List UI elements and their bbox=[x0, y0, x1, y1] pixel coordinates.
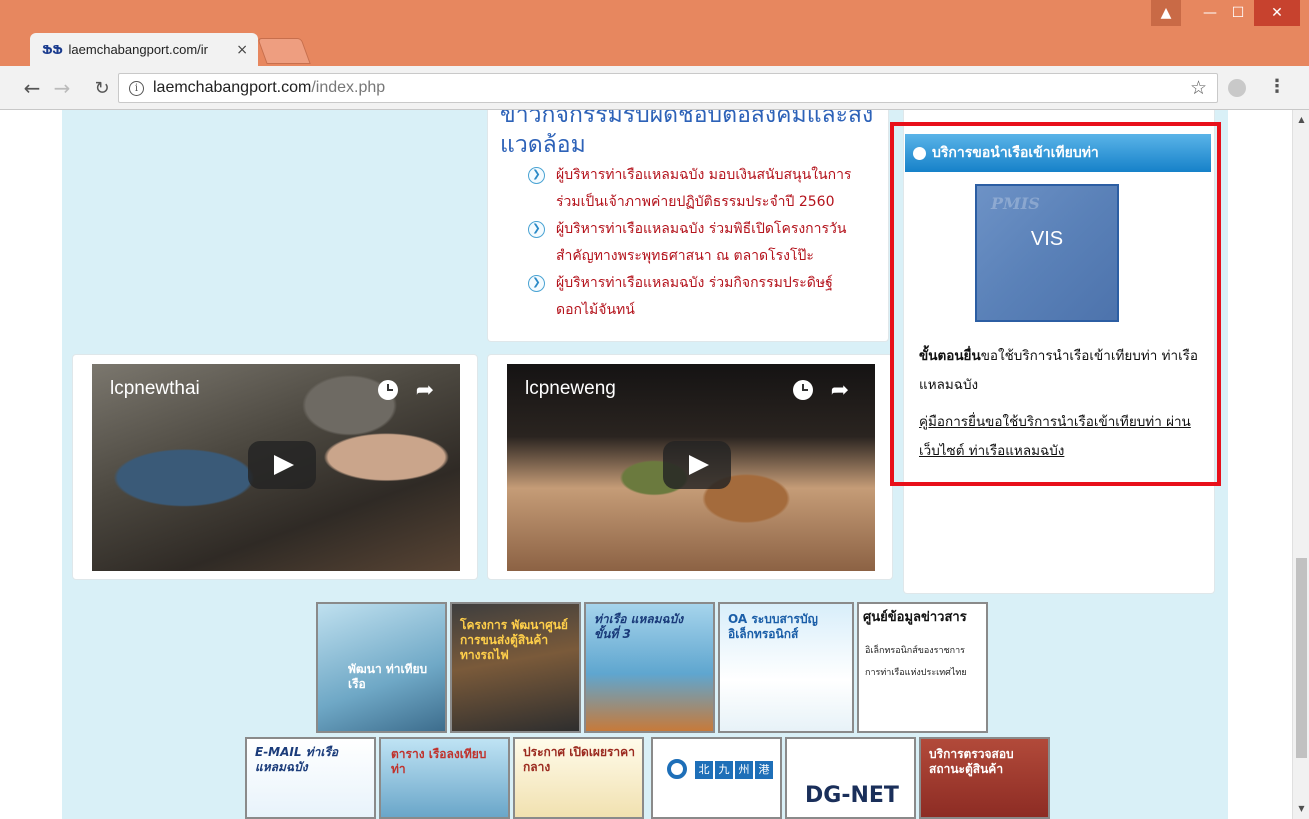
back-arrow-icon[interactable]: ← bbox=[18, 74, 46, 102]
video-card-eng: lcpneweng ➦ bbox=[487, 354, 893, 580]
minimize-button[interactable]: — bbox=[1196, 0, 1224, 26]
banner-sub: อิเล็กทรอนิกส์ของราชการ bbox=[865, 646, 965, 656]
news-item[interactable]: ❯ ผู้บริหารท่าเรือแหลมฉบัง ร่วมพิธีเปิดโ… bbox=[528, 216, 873, 270]
menu-kebab-icon[interactable]: ⋮ bbox=[1268, 76, 1286, 97]
kitakyushu-logo-icon bbox=[667, 759, 687, 779]
video-thumbnail[interactable]: lcpneweng ➦ bbox=[507, 364, 875, 571]
banner-rail-terminal[interactable]: โครงการ พัฒนาศูนย์ การขนส่งตู้สินค้า ทาง… bbox=[450, 602, 581, 733]
video-title[interactable]: lcpneweng bbox=[525, 378, 616, 400]
banner-info-center[interactable]: ศูนย์ข้อมูลข่าวสาร อิเล็กทรอนิกส์ของราชก… bbox=[857, 602, 988, 733]
play-button[interactable] bbox=[663, 441, 731, 489]
banner-label: บริการตรวจสอบสถานะตู้สินค้า bbox=[929, 747, 1014, 776]
site-info-icon[interactable]: i bbox=[129, 80, 144, 96]
news-list: ❯ ผู้บริหารท่าเรือแหลมฉบัง มอบเงินสนับสน… bbox=[528, 162, 873, 324]
banner-phase3[interactable]: ท่าเรือ แหลมฉบัง ขั้นที่ 3 bbox=[584, 602, 715, 733]
news-item-text[interactable]: ผู้บริหารท่าเรือแหลมฉบัง มอบเงินสนับสนุน… bbox=[556, 167, 851, 210]
chevron-right-icon: ❯ bbox=[528, 275, 545, 292]
banner-container-status[interactable]: บริการตรวจสอบสถานะตู้สินค้า bbox=[919, 737, 1050, 819]
banner-label: ประกาศ เปิดเผยราคากลาง bbox=[523, 745, 635, 774]
address-bar[interactable]: i laemchabangport.com/index.php ☆ bbox=[118, 73, 1218, 103]
banner-median-price[interactable]: ประกาศ เปิดเผยราคากลาง bbox=[513, 737, 644, 819]
reload-icon[interactable]: ↻ bbox=[88, 74, 116, 102]
banner-berth-development[interactable]: พัฒนา ท่าเทียบเรือ bbox=[316, 602, 447, 733]
scroll-down-arrow-icon[interactable]: ▼ bbox=[1293, 801, 1309, 817]
url-path: /index.php bbox=[311, 79, 386, 96]
banner-label: DG-NET bbox=[805, 783, 899, 808]
news-item-text[interactable]: ผู้บริหารท่าเรือแหลมฉบัง ร่วมพิธีเปิดโคร… bbox=[556, 221, 846, 264]
banner-label: โครงการ พัฒนาศูนย์ การขนส่งตู้สินค้า ทาง… bbox=[460, 618, 568, 662]
news-heading: ข่าวกิจกรรมรับผิดชอบต่อสังคมและสิ่งแวดล้… bbox=[500, 110, 874, 158]
banner-label: ท่าเรือ แหลมฉบัง ขั้นที่ 3 bbox=[594, 612, 684, 641]
banner-label: OA ระบบสารบัญ อิเล็กทรอนิกส์ bbox=[728, 612, 818, 641]
kyushu-char: 州 bbox=[735, 761, 753, 779]
site-favicon-icon: ՖՖ bbox=[42, 42, 63, 57]
banner-kitakyushu-port[interactable]: 北 九 州 港 bbox=[651, 737, 782, 819]
url-host: laemchabangport.com bbox=[153, 79, 312, 96]
news-item[interactable]: ❯ ผู้บริหารท่าเรือแหลมฉบัง ร่วมกิจกรรมปร… bbox=[528, 270, 873, 324]
close-window-button[interactable]: ✕ bbox=[1254, 0, 1300, 26]
banner-label: ตาราง เรือลงเทียบท่า bbox=[391, 747, 487, 776]
video-thumbnail[interactable]: lcpnewthai ➦ bbox=[92, 364, 460, 571]
browser-toolbar: ← → ↻ i laemchabangport.com/index.php ☆ … bbox=[0, 66, 1309, 110]
page-viewport: ข่าวกิจกรรมรับผิดชอบต่อสังคมและสิ่งแวดล้… bbox=[0, 110, 1292, 819]
kyushu-char: 九 bbox=[715, 761, 733, 779]
maximize-button[interactable]: ☐ bbox=[1224, 0, 1252, 26]
extension-icon[interactable] bbox=[1228, 79, 1246, 97]
csr-news-panel: ข่าวกิจกรรมรับผิดชอบต่อสังคมและสิ่งแวดล้… bbox=[487, 110, 889, 342]
banner-title: ศูนย์ข้อมูลข่าวสาร bbox=[863, 610, 967, 625]
chevron-right-icon: ❯ bbox=[528, 221, 545, 238]
highlight-box bbox=[890, 122, 1221, 486]
watch-later-icon[interactable] bbox=[793, 380, 813, 400]
share-icon[interactable]: ➦ bbox=[416, 378, 434, 403]
banner-ship-schedule[interactable]: ตาราง เรือลงเทียบท่า bbox=[379, 737, 510, 819]
user-profile-icon[interactable]: ▲ bbox=[1151, 0, 1181, 26]
title-bar: ՖՖ laemchabangport.com/ir × ▲ — ☐ ✕ bbox=[0, 0, 1309, 66]
tab-close-icon[interactable]: × bbox=[236, 42, 248, 58]
watch-later-icon[interactable] bbox=[378, 380, 398, 400]
bookmark-star-icon[interactable]: ☆ bbox=[1190, 77, 1207, 99]
video-card-thai: lcpnewthai ➦ bbox=[72, 354, 478, 580]
news-item[interactable]: ❯ ผู้บริหารท่าเรือแหลมฉบัง มอบเงินสนับสน… bbox=[528, 162, 873, 216]
kyushu-char: 北 bbox=[695, 761, 713, 779]
video-title[interactable]: lcpnewthai bbox=[110, 378, 200, 400]
share-icon[interactable]: ➦ bbox=[831, 378, 849, 403]
banner-oa-system[interactable]: OA ระบบสารบัญ อิเล็กทรอนิกส์ bbox=[718, 602, 854, 733]
banner-label: E-MAIL ท่าเรือแหลมฉบัง bbox=[255, 745, 339, 774]
tab-title: laemchabangport.com/ir bbox=[68, 42, 208, 57]
banner-dg-net[interactable]: DG-NET bbox=[785, 737, 916, 819]
banner-sub: การท่าเรือแห่งประเทศไทย bbox=[865, 668, 967, 678]
kyushu-char: 港 bbox=[755, 761, 773, 779]
browser-tab[interactable]: ՖՖ laemchabangport.com/ir × bbox=[30, 33, 258, 66]
scroll-thumb[interactable] bbox=[1296, 558, 1307, 758]
new-tab-button[interactable] bbox=[257, 38, 311, 64]
forward-arrow-icon[interactable]: → bbox=[48, 74, 76, 102]
banner-label: พัฒนา ท่าเทียบเรือ bbox=[348, 662, 428, 691]
chevron-right-icon: ❯ bbox=[528, 167, 545, 184]
vertical-scrollbar[interactable]: ▲ ▼ bbox=[1292, 110, 1309, 819]
play-button[interactable] bbox=[248, 441, 316, 489]
banner-email[interactable]: E-MAIL ท่าเรือแหลมฉบัง bbox=[245, 737, 376, 819]
scroll-up-arrow-icon[interactable]: ▲ bbox=[1293, 112, 1309, 128]
news-item-text[interactable]: ผู้บริหารท่าเรือแหลมฉบัง ร่วมกิจกรรมประด… bbox=[556, 275, 833, 318]
